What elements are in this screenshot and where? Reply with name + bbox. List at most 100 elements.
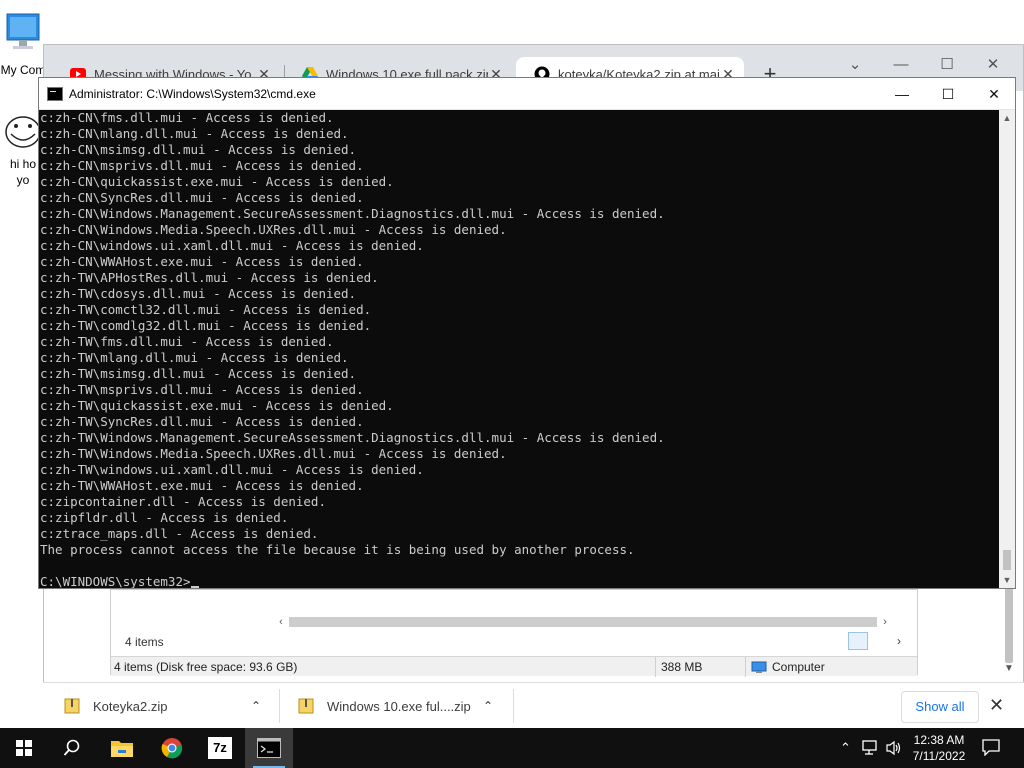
scroll-right-arrow-icon[interactable]: › <box>897 634 901 648</box>
start-button[interactable] <box>0 728 48 768</box>
status-location: Computer <box>751 660 825 674</box>
cmd-icon <box>47 87 63 101</box>
cmd-scrollbar[interactable]: ▲ ▼ <box>999 110 1015 588</box>
console-line: c:zh-CN\quickassist.exe.mui - Access is … <box>40 174 394 189</box>
clock[interactable]: 12:38 AM 7/11/2022 <box>906 732 972 764</box>
computer-icon <box>0 12 46 61</box>
scroll-left-icon[interactable]: ‹ <box>273 614 289 630</box>
scroll-down-icon[interactable]: ▼ <box>999 572 1015 588</box>
console-line: c:zh-CN\windows.ui.xaml.dll.mui - Access… <box>40 238 424 253</box>
console-line: c:zh-CN\SyncRes.dll.mui - Access is deni… <box>40 190 364 205</box>
show-hidden-icons-chevron-icon[interactable]: ⌃ <box>840 740 851 756</box>
console-line: c:zh-CN\mlang.dll.mui - Access is denied… <box>40 126 349 141</box>
details-view-icon[interactable] <box>848 632 868 650</box>
download-separator <box>279 689 280 723</box>
cmd-window: Administrator: C:\Windows\System32\cmd.e… <box>38 77 1016 589</box>
zip-file-icon <box>298 698 314 714</box>
console-line: c:zh-TW\cdosys.dll.mui - Access is denie… <box>40 286 357 301</box>
download-options-chevron-icon[interactable]: ⌃ <box>251 699 261 713</box>
console-line: c:zh-TW\SyncRes.dll.mui - Access is deni… <box>40 414 364 429</box>
desktop-icon-my-computer[interactable]: My Com <box>0 12 46 77</box>
volume-icon[interactable] <box>886 740 902 759</box>
status-separator <box>745 657 746 677</box>
download-name: Koteyka2.zip <box>93 698 168 714</box>
chrome-icon <box>161 738 183 759</box>
download-item[interactable]: Koteyka2.zip ⌃ <box>63 683 281 729</box>
taskbar-7zip[interactable]: 7z <box>196 728 244 768</box>
notifications-icon[interactable] <box>982 739 1000 759</box>
download-name: Windows 10.exe ful....zip <box>327 698 471 714</box>
console-line: c:zh-TW\APHostRes.dll.mui - Access is de… <box>40 270 379 285</box>
network-icon[interactable] <box>862 740 880 759</box>
console-line: c:zipfldr.dll - Access is denied. <box>40 510 289 525</box>
console-line: c:zh-TW\comdlg32.dll.mui - Access is den… <box>40 318 372 333</box>
console-line: c:zh-CN\WWAHost.exe.mui - Access is deni… <box>40 254 364 269</box>
console-line: c:zh-TW\mlang.dll.mui - Access is denied… <box>40 350 349 365</box>
browser-close-button[interactable]: ✕ <box>970 51 1016 79</box>
console-line: c:zh-TW\msimsg.dll.mui - Access is denie… <box>40 366 357 381</box>
items-count: 4 items <box>125 635 164 649</box>
console-prompt-line[interactable]: C:\WINDOWS\system32> <box>40 574 1000 588</box>
scroll-down-icon[interactable]: ▼ <box>1001 663 1017 674</box>
cmd-title: Administrator: C:\Windows\System32\cmd.e… <box>69 87 316 101</box>
cmd-scrollbar-thumb[interactable] <box>1003 550 1011 570</box>
taskbar-cmd[interactable] <box>245 728 293 768</box>
console-line: c:zh-TW\comctl32.dll.mui - Access is den… <box>40 302 372 317</box>
7zip-icon: 7z <box>208 737 232 759</box>
cmd-close-button[interactable]: ✕ <box>971 78 1017 110</box>
taskbar-file-explorer[interactable] <box>98 728 146 768</box>
console-line: c:zh-CN\Windows.Management.SecureAssessm… <box>40 206 665 221</box>
scrollbar-thumb[interactable] <box>289 617 877 627</box>
console-line: c:zh-TW\fms.dll.mui - Access is denied. <box>40 334 334 349</box>
taskbar-chrome[interactable] <box>148 728 196 768</box>
page-scrollbar[interactable]: ▼ <box>1001 583 1017 679</box>
horizontal-scrollbar[interactable]: ‹ › <box>273 614 893 630</box>
console-line: c:zh-TW\Windows.Management.SecureAssessm… <box>40 430 665 445</box>
console-line: The process cannot access the file becau… <box>40 542 635 557</box>
cmd-maximize-button[interactable]: ☐ <box>925 78 971 110</box>
computer-small-icon <box>751 661 767 673</box>
search-button[interactable] <box>48 728 96 768</box>
console-line: c:zh-TW\quickassist.exe.mui - Access is … <box>40 398 394 413</box>
download-item[interactable]: Windows 10.exe ful....zip ⌃ <box>297 683 509 729</box>
tab-search-chevron-icon[interactable]: ⌄ <box>832 51 878 79</box>
console-line: c:zh-TW\windows.ui.xaml.dll.mui - Access… <box>40 462 424 477</box>
scroll-right-icon[interactable]: › <box>877 614 893 630</box>
console-prompt: C:\WINDOWS\system32> <box>40 574 191 588</box>
cmd-titlebar[interactable]: Administrator: C:\Windows\System32\cmd.e… <box>39 78 1015 110</box>
status-bar: 4 items (Disk free space: 93.6 GB) 388 M… <box>111 656 917 677</box>
cmd-minimize-button[interactable]: — <box>879 78 925 110</box>
explorer-window: ‹ › 4 items › 4 items (Disk free space: … <box>110 589 918 677</box>
scroll-up-icon[interactable]: ▲ <box>999 110 1015 126</box>
status-location-label: Computer <box>772 660 825 674</box>
console-line: c:ztrace_maps.dll - Access is denied. <box>40 526 319 541</box>
start-icon <box>16 740 32 756</box>
clock-date: 7/11/2022 <box>912 749 966 763</box>
console-line: c:zh-CN\Windows.Media.Speech.UXRes.dll.m… <box>40 222 507 237</box>
show-all-button[interactable]: Show all <box>901 691 979 723</box>
console-line: c:zh-TW\msprivs.dll.mui - Access is deni… <box>40 382 364 397</box>
console-line: c:zh-TW\WWAHost.exe.mui - Access is deni… <box>40 478 364 493</box>
console-line: c:zh-CN\fms.dll.mui - Access is denied. <box>40 110 334 125</box>
download-options-chevron-icon[interactable]: ⌃ <box>483 699 493 713</box>
status-size: 388 MB <box>661 660 703 674</box>
close-shelf-icon[interactable]: ✕ <box>989 695 1004 716</box>
download-shelf: Koteyka2.zip ⌃ Windows 10.exe ful....zip… <box>43 682 1024 728</box>
taskbar: 7z ⌃ 12:38 AM 7/11/2022 <box>0 728 1024 768</box>
console-output[interactable]: c:zh-CN\fms.dll.mui - Access is denied. … <box>39 110 1000 588</box>
file-explorer-icon <box>111 741 133 757</box>
browser-minimize-button[interactable]: — <box>878 51 924 79</box>
status-separator <box>655 657 656 677</box>
status-items: 4 items (Disk free space: 93.6 GB) <box>114 660 298 674</box>
console-line: c:zh-TW\Windows.Media.Speech.UXRes.dll.m… <box>40 446 507 461</box>
console-line: c:zipcontainer.dll - Access is denied. <box>40 494 326 509</box>
search-icon <box>63 739 80 756</box>
large-icons-view-icon[interactable] <box>870 632 890 650</box>
browser-maximize-button[interactable]: ☐ <box>924 51 970 79</box>
download-separator <box>513 689 514 723</box>
cmd-icon <box>257 738 281 758</box>
console-line: c:zh-CN\msimsg.dll.mui - Access is denie… <box>40 142 357 157</box>
page-scrollbar-thumb[interactable] <box>1005 583 1013 663</box>
clock-time: 12:38 AM <box>913 733 965 747</box>
